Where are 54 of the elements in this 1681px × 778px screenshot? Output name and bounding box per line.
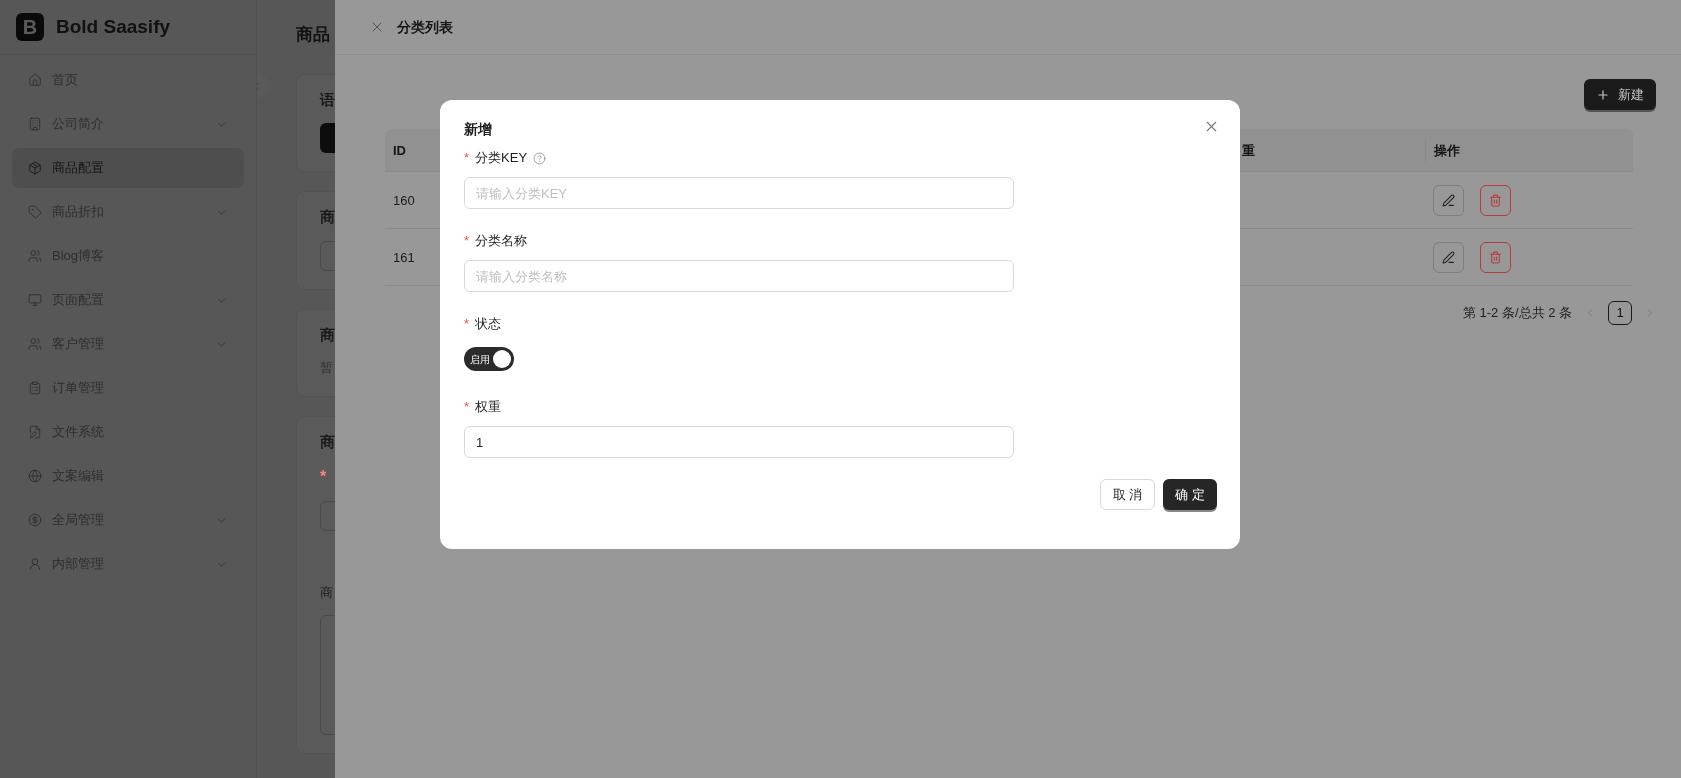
plus-icon	[1596, 87, 1610, 102]
input-field[interactable]: 1	[464, 426, 1014, 458]
input-field[interactable]: 请输入分类名称	[464, 260, 1014, 292]
input-field[interactable]: 请输入分类KEY	[464, 177, 1014, 209]
column-header: ID	[393, 143, 406, 158]
status-switch[interactable]: 启用	[464, 347, 514, 371]
field-label: 权重	[475, 398, 502, 417]
delete-button[interactable]	[1480, 184, 1511, 216]
pencil-icon	[1442, 193, 1455, 207]
new-button[interactable]: 新建	[1584, 79, 1656, 110]
cancel-button[interactable]: 取 消	[1099, 479, 1156, 510]
file-edit-icon	[28, 425, 42, 439]
pagination-summary: 第 1-2 条/总共 2 条	[1462, 304, 1572, 323]
modal-title: 新增	[464, 120, 492, 139]
brand-name: Bold Saasify	[56, 14, 171, 39]
trash-icon	[1489, 250, 1502, 264]
page-button[interactable]: 1	[1608, 301, 1632, 325]
tag-icon	[28, 205, 42, 219]
building-icon	[28, 117, 42, 131]
required-mark: *	[320, 467, 327, 487]
box-icon	[28, 161, 42, 175]
card-title: 商	[320, 431, 335, 452]
required-mark: *	[464, 315, 470, 334]
globe-icon	[28, 469, 42, 483]
dollar-icon	[28, 513, 42, 527]
column-header: 操作	[1434, 143, 1460, 158]
users-icon	[28, 249, 42, 263]
help-icon[interactable]	[533, 151, 547, 165]
card-title: 商	[320, 207, 335, 227]
edit-button[interactable]	[1433, 241, 1464, 273]
drawer-title: 分类列表	[397, 17, 453, 37]
table-cell: 161	[393, 250, 415, 265]
monitor-icon	[28, 293, 42, 307]
column-header: 重	[1242, 143, 1255, 158]
document-icon	[28, 381, 42, 395]
field-label: 分类KEY	[475, 149, 528, 168]
field-label: 分类名称	[475, 232, 528, 251]
page-title: 商品	[296, 24, 330, 46]
delete-button[interactable]	[1480, 241, 1511, 273]
logo: B	[16, 13, 44, 41]
home-icon	[28, 73, 42, 87]
required-mark: *	[464, 149, 470, 168]
card-title: 商	[320, 324, 335, 345]
edit-button[interactable]	[1433, 184, 1464, 216]
card-title: 语	[320, 89, 335, 110]
users-icon	[28, 337, 42, 351]
table-cell: 160	[393, 193, 415, 208]
trash-icon	[1489, 193, 1502, 207]
required-mark: *	[464, 232, 470, 251]
user-icon	[28, 557, 42, 571]
field-label: 状态	[475, 315, 502, 334]
confirm-button[interactable]: 确 定	[1163, 479, 1217, 510]
pencil-icon	[1442, 250, 1455, 264]
required-mark: *	[464, 398, 470, 417]
